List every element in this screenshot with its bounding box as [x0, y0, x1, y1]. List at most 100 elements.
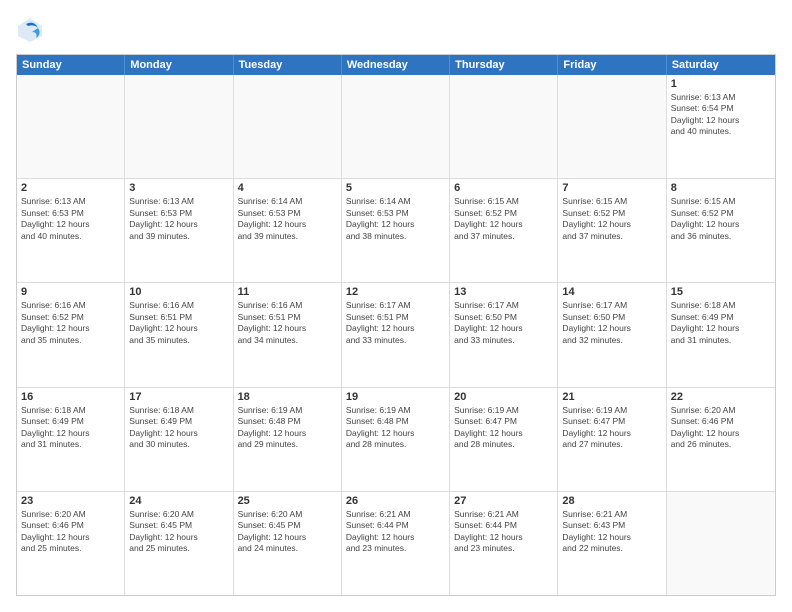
day-info: Sunrise: 6:16 AM Sunset: 6:51 PM Dayligh… — [238, 300, 337, 346]
day-number: 1 — [671, 78, 771, 90]
calendar-cell: 3 Sunrise: 6:13 AM Sunset: 6:53 PM Daylig… — [125, 179, 233, 282]
calendar-cell — [558, 75, 666, 178]
day-info: Sunrise: 6:21 AM Sunset: 6:44 PM Dayligh… — [454, 509, 553, 555]
day-info: Sunrise: 6:17 AM Sunset: 6:50 PM Dayligh… — [454, 300, 553, 346]
day-number: 26 — [346, 495, 445, 507]
day-number: 20 — [454, 391, 553, 403]
day-number: 18 — [238, 391, 337, 403]
calendar-cell: 18 Sunrise: 6:19 AM Sunset: 6:48 PM Dayli… — [234, 388, 342, 491]
day-info: Sunrise: 6:13 AM Sunset: 6:54 PM Dayligh… — [671, 92, 771, 138]
logo-icon — [16, 16, 44, 44]
calendar-cell: 26 Sunrise: 6:21 AM Sunset: 6:44 PM Dayli… — [342, 492, 450, 595]
day-info: Sunrise: 6:21 AM Sunset: 6:43 PM Dayligh… — [562, 509, 661, 555]
calendar-cell: 1 Sunrise: 6:13 AM Sunset: 6:54 PM Daylig… — [667, 75, 775, 178]
day-info: Sunrise: 6:17 AM Sunset: 6:51 PM Dayligh… — [346, 300, 445, 346]
calendar-row: 16Sunrise: 6:18 AM Sunset: 6:49 PM Dayli… — [17, 387, 775, 491]
calendar-cell: 22 Sunrise: 6:20 AM Sunset: 6:46 PM Dayli… — [667, 388, 775, 491]
calendar-cell: 13 Sunrise: 6:17 AM Sunset: 6:50 PM Dayli… — [450, 283, 558, 386]
calendar-cell: 11 Sunrise: 6:16 AM Sunset: 6:51 PM Dayli… — [234, 283, 342, 386]
weekday-header: Sunday — [17, 55, 125, 75]
day-number: 11 — [238, 286, 337, 298]
day-number: 5 — [346, 182, 445, 194]
calendar-cell: 27 Sunrise: 6:21 AM Sunset: 6:44 PM Dayli… — [450, 492, 558, 595]
day-info: Sunrise: 6:15 AM Sunset: 6:52 PM Dayligh… — [454, 196, 553, 242]
day-info: Sunrise: 6:14 AM Sunset: 6:53 PM Dayligh… — [346, 196, 445, 242]
day-info: Sunrise: 6:15 AM Sunset: 6:52 PM Dayligh… — [562, 196, 661, 242]
weekday-header: Saturday — [667, 55, 775, 75]
day-number: 2 — [21, 182, 120, 194]
day-info: Sunrise: 6:17 AM Sunset: 6:50 PM Dayligh… — [562, 300, 661, 346]
day-info: Sunrise: 6:16 AM Sunset: 6:51 PM Dayligh… — [129, 300, 228, 346]
day-number: 8 — [671, 182, 771, 194]
day-info: Sunrise: 6:19 AM Sunset: 6:47 PM Dayligh… — [562, 405, 661, 451]
calendar-cell: 5 Sunrise: 6:14 AM Sunset: 6:53 PM Daylig… — [342, 179, 450, 282]
calendar-cell: 20 Sunrise: 6:19 AM Sunset: 6:47 PM Dayli… — [450, 388, 558, 491]
day-info: Sunrise: 6:19 AM Sunset: 6:48 PM Dayligh… — [238, 405, 337, 451]
calendar-cell: 2 Sunrise: 6:13 AM Sunset: 6:53 PM Daylig… — [17, 179, 125, 282]
day-info: Sunrise: 6:19 AM Sunset: 6:48 PM Dayligh… — [346, 405, 445, 451]
day-number: 22 — [671, 391, 771, 403]
calendar-cell: 16Sunrise: 6:18 AM Sunset: 6:49 PM Dayli… — [17, 388, 125, 491]
calendar-cell: 10 Sunrise: 6:16 AM Sunset: 6:51 PM Dayli… — [125, 283, 233, 386]
day-number: 27 — [454, 495, 553, 507]
day-number: 10 — [129, 286, 228, 298]
day-number: 13 — [454, 286, 553, 298]
calendar-cell — [125, 75, 233, 178]
day-number: 4 — [238, 182, 337, 194]
day-info: Sunrise: 6:18 AM Sunset: 6:49 PM Dayligh… — [129, 405, 228, 451]
weekday-header: Tuesday — [234, 55, 342, 75]
day-info: Sunrise: 6:20 AM Sunset: 6:46 PM Dayligh… — [21, 509, 120, 555]
calendar-cell: 6 Sunrise: 6:15 AM Sunset: 6:52 PM Daylig… — [450, 179, 558, 282]
day-number: 3 — [129, 182, 228, 194]
calendar-cell: 12 Sunrise: 6:17 AM Sunset: 6:51 PM Dayli… — [342, 283, 450, 386]
day-number: 28 — [562, 495, 661, 507]
calendar-cell: 17 Sunrise: 6:18 AM Sunset: 6:49 PM Dayli… — [125, 388, 233, 491]
calendar-cell: 4Sunrise: 6:14 AM Sunset: 6:53 PM Daylig… — [234, 179, 342, 282]
calendar-cell: 28 Sunrise: 6:21 AM Sunset: 6:43 PM Dayli… — [558, 492, 666, 595]
day-number: 7 — [562, 182, 661, 194]
weekday-header: Wednesday — [342, 55, 450, 75]
day-info: Sunrise: 6:15 AM Sunset: 6:52 PM Dayligh… — [671, 196, 771, 242]
calendar-cell: 8 Sunrise: 6:15 AM Sunset: 6:52 PM Daylig… — [667, 179, 775, 282]
day-info: Sunrise: 6:16 AM Sunset: 6:52 PM Dayligh… — [21, 300, 120, 346]
calendar-cell: 24Sunrise: 6:20 AM Sunset: 6:45 PM Dayli… — [125, 492, 233, 595]
header — [16, 16, 776, 44]
calendar-cell: 19 Sunrise: 6:19 AM Sunset: 6:48 PM Dayli… — [342, 388, 450, 491]
calendar-row: 2 Sunrise: 6:13 AM Sunset: 6:53 PM Daylig… — [17, 178, 775, 282]
day-number: 12 — [346, 286, 445, 298]
day-number: 21 — [562, 391, 661, 403]
day-info: Sunrise: 6:21 AM Sunset: 6:44 PM Dayligh… — [346, 509, 445, 555]
calendar-cell — [450, 75, 558, 178]
calendar-row: 1 Sunrise: 6:13 AM Sunset: 6:54 PM Daylig… — [17, 75, 775, 178]
day-number: 9 — [21, 286, 120, 298]
calendar-cell — [667, 492, 775, 595]
calendar-cell — [342, 75, 450, 178]
calendar-cell — [17, 75, 125, 178]
calendar-cell: 14Sunrise: 6:17 AM Sunset: 6:50 PM Dayli… — [558, 283, 666, 386]
day-info: Sunrise: 6:19 AM Sunset: 6:47 PM Dayligh… — [454, 405, 553, 451]
day-number: 24 — [129, 495, 228, 507]
calendar: SundayMondayTuesdayWednesdayThursdayFrid… — [16, 54, 776, 596]
calendar-cell: 9 Sunrise: 6:16 AM Sunset: 6:52 PM Daylig… — [17, 283, 125, 386]
day-info: Sunrise: 6:13 AM Sunset: 6:53 PM Dayligh… — [21, 196, 120, 242]
calendar-cell: 25Sunrise: 6:20 AM Sunset: 6:45 PM Dayli… — [234, 492, 342, 595]
day-info: Sunrise: 6:18 AM Sunset: 6:49 PM Dayligh… — [21, 405, 120, 451]
day-number: 19 — [346, 391, 445, 403]
calendar-body: 1 Sunrise: 6:13 AM Sunset: 6:54 PM Daylig… — [17, 75, 775, 595]
day-info: Sunrise: 6:18 AM Sunset: 6:49 PM Dayligh… — [671, 300, 771, 346]
weekday-header: Thursday — [450, 55, 558, 75]
day-number: 6 — [454, 182, 553, 194]
day-number: 17 — [129, 391, 228, 403]
calendar-cell: 21 Sunrise: 6:19 AM Sunset: 6:47 PM Dayli… — [558, 388, 666, 491]
calendar-row: 23Sunrise: 6:20 AM Sunset: 6:46 PM Dayli… — [17, 491, 775, 595]
day-info: Sunrise: 6:13 AM Sunset: 6:53 PM Dayligh… — [129, 196, 228, 242]
weekday-header: Monday — [125, 55, 233, 75]
day-info: Sunrise: 6:20 AM Sunset: 6:46 PM Dayligh… — [671, 405, 771, 451]
calendar-cell — [234, 75, 342, 178]
page: SundayMondayTuesdayWednesdayThursdayFrid… — [0, 0, 792, 612]
weekday-header: Friday — [558, 55, 666, 75]
calendar-cell: 15Sunrise: 6:18 AM Sunset: 6:49 PM Dayli… — [667, 283, 775, 386]
day-info: Sunrise: 6:20 AM Sunset: 6:45 PM Dayligh… — [238, 509, 337, 555]
calendar-row: 9 Sunrise: 6:16 AM Sunset: 6:52 PM Daylig… — [17, 282, 775, 386]
calendar-cell: 23Sunrise: 6:20 AM Sunset: 6:46 PM Dayli… — [17, 492, 125, 595]
